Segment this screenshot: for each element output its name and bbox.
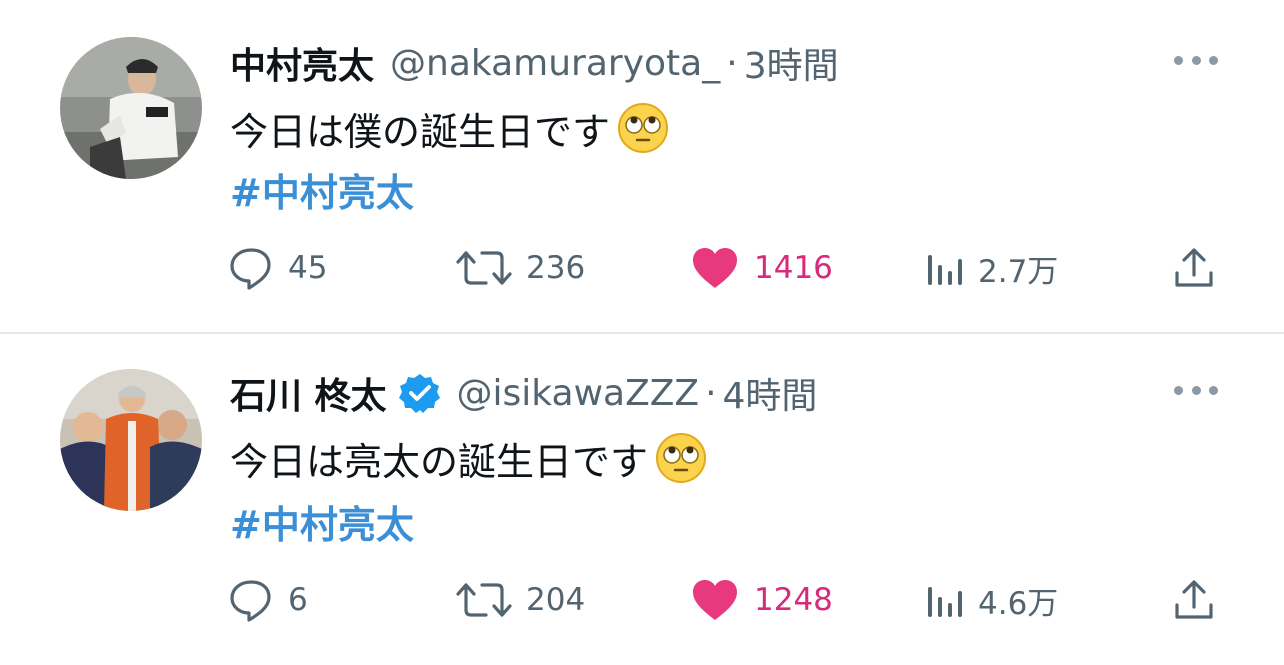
- display-name[interactable]: 石川 柊太: [230, 367, 387, 419]
- like-button[interactable]: 1416: [690, 243, 833, 293]
- views-button[interactable]: 2.7万: [924, 243, 1058, 293]
- avatar[interactable]: [60, 37, 202, 179]
- share-upload-icon: [1175, 248, 1213, 287]
- like-count: 1416: [754, 250, 833, 286]
- share-button[interactable]: [1172, 575, 1216, 625]
- timestamp[interactable]: 4時間: [723, 367, 818, 419]
- separator-dot: ·: [705, 372, 717, 414]
- speech-bubble-icon: [230, 248, 271, 290]
- eye-roll-emoji-icon: [616, 101, 670, 155]
- tweet-2[interactable]: 石川 柊太 @isikawaZZZ · 4時間 今日は亮太の誕生日です #中村亮…: [0, 334, 1284, 665]
- retweet-icon: [456, 251, 512, 285]
- reply-button[interactable]: 6: [228, 575, 308, 625]
- like-count: 1248: [754, 582, 833, 618]
- timestamp[interactable]: 3時間: [744, 37, 839, 89]
- reply-count: 45: [288, 250, 328, 286]
- views-count: 4.6万: [978, 585, 1059, 622]
- heart-icon: [693, 248, 737, 288]
- tweet-header: 石川 柊太 @isikawaZZZ · 4時間: [230, 368, 817, 418]
- hashtag-link[interactable]: #中村亮太: [230, 162, 414, 217]
- bar-chart-icon: [928, 255, 962, 285]
- speech-bubble-icon: [230, 580, 271, 622]
- tweet-text: 今日は亮太の誕生日です: [230, 430, 708, 486]
- user-handle[interactable]: @nakamuraryota_: [390, 43, 720, 84]
- user-handle[interactable]: @isikawaZZZ: [457, 373, 700, 414]
- more-dots-icon[interactable]: [1174, 380, 1218, 400]
- share-upload-icon: [1175, 580, 1213, 619]
- avatar[interactable]: [60, 369, 202, 511]
- tweet-1[interactable]: 中村亮太 @nakamuraryota_ · 3時間 今日は僕の誕生日です #中…: [0, 0, 1284, 332]
- share-button[interactable]: [1172, 243, 1216, 293]
- display-name[interactable]: 中村亮太: [230, 37, 374, 89]
- retweet-button[interactable]: 236: [456, 243, 585, 293]
- verified-badge-icon: [398, 372, 441, 414]
- heart-icon: [693, 580, 737, 620]
- retweet-count: 204: [526, 582, 586, 618]
- tweet-body: 今日は亮太の誕生日です: [230, 439, 649, 484]
- action-bar: 6 204 1248 4.6万: [0, 575, 1284, 625]
- views-count: 2.7万: [978, 253, 1059, 290]
- tweet-header: 中村亮太 @nakamuraryota_ · 3時間: [230, 38, 839, 88]
- action-bar: 45 236 1416 2.7万: [0, 243, 1284, 293]
- retweet-count: 236: [526, 250, 586, 286]
- reply-count: 6: [288, 582, 308, 618]
- like-button[interactable]: 1248: [690, 575, 833, 625]
- hashtag-link[interactable]: #中村亮太: [230, 494, 414, 549]
- retweet-icon: [456, 583, 512, 617]
- tweet-body: 今日は僕の誕生日です: [230, 109, 611, 154]
- views-button[interactable]: 4.6万: [924, 575, 1058, 625]
- retweet-button[interactable]: 204: [456, 575, 585, 625]
- eye-roll-emoji-icon: [654, 431, 708, 485]
- tweet-text: 今日は僕の誕生日です: [230, 100, 670, 156]
- more-dots-icon[interactable]: [1174, 50, 1218, 70]
- separator-dot: ·: [726, 42, 738, 84]
- reply-button[interactable]: 45: [228, 243, 327, 293]
- bar-chart-icon: [928, 587, 962, 617]
